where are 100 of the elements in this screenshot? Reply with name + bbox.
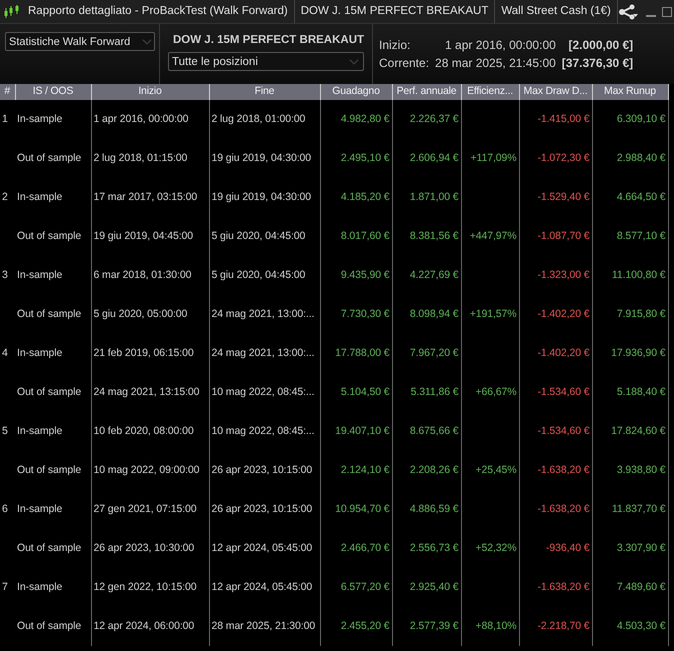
info-date: 28 mar 2025, 21:45:00	[435, 55, 556, 72]
table-cell: 2.208,26 €	[410, 464, 458, 476]
table-cell: 8.675,66 €	[410, 424, 458, 437]
table-cell: 11.100,80 €	[612, 268, 666, 281]
table-cell: 26 apr 2023, 10:30:00	[94, 542, 194, 554]
table-cell: -1.638,20 €	[537, 502, 590, 515]
table-cell: 19 giu 2019, 04:30:00	[212, 190, 311, 203]
row-number: 1	[2, 112, 8, 125]
table-cell: 2.466,70 €	[340, 542, 390, 554]
table-cell: 4.185,20 €	[340, 190, 390, 203]
table-cell: +88,10%	[475, 620, 516, 632]
table-cell: 5 giu 2020, 05:00:00	[94, 308, 188, 320]
table-cell: -1.323,00 €	[537, 268, 590, 281]
table-cell: 9.435,90 €	[340, 268, 390, 281]
table-cell: +117,09%	[470, 152, 516, 164]
table-cell: 19.407,10 €	[335, 424, 390, 437]
table-cell: In-sample	[17, 112, 62, 125]
info-date: 1 apr 2016, 00:00:00	[444, 37, 556, 54]
info-label: Corrente:	[379, 55, 430, 72]
table-cell: 6 mar 2018, 01:30:00	[94, 268, 192, 281]
table-cell: 8.098,94 €	[410, 308, 458, 320]
table-cell: 10 mag 2022, 09:00:00	[94, 464, 200, 476]
table-cell: 17 mar 2017, 03:15:00	[94, 190, 198, 203]
table-cell: Out of sample	[17, 308, 82, 320]
table-cell: 24 mag 2021, 13:15:00	[94, 386, 200, 398]
table-cell: 17.936,90 €	[611, 346, 666, 359]
table-cell: -1.402,20 €	[537, 308, 590, 320]
table-cell: 7.915,80 €	[616, 308, 666, 320]
table-cell: +66,67%	[475, 386, 516, 398]
table-cell: 19 giu 2019, 04:45:00	[94, 230, 193, 242]
table-cell: 12 gen 2022, 10:15:00	[94, 580, 196, 593]
table-cell: 27 gen 2021, 07:15:00	[94, 502, 196, 515]
table-cell: In-sample	[17, 346, 62, 359]
table-cell: 7.489,60 €	[616, 580, 666, 593]
table-cell: +52,32%	[475, 542, 516, 554]
table-cell: 10 mag 2022, 08:45:...	[212, 424, 314, 437]
table-cell: 8.017,60 €	[340, 230, 390, 242]
table-cell: 2 lug 2018, 01:15:00	[94, 152, 188, 164]
row-number: 3	[2, 268, 8, 281]
table-cell: 1.871,00 €	[410, 190, 458, 203]
table-cell: 4.982,80 €	[340, 112, 390, 125]
table-cell: 5.104,50 €	[340, 386, 390, 398]
view-select[interactable]: Statistiche Walk Forward	[5, 32, 155, 51]
row-number: 5	[2, 424, 8, 437]
info-label: Inizio:	[379, 37, 412, 54]
table-cell: -1.638,20 €	[537, 464, 590, 476]
table-cell: 26 apr 2023, 10:15:00	[212, 464, 312, 476]
table-cell: -1.534,60 €	[537, 424, 590, 437]
table-cell: 7.730,30 €	[340, 308, 390, 320]
table-cell: -2.218,70 €	[537, 620, 590, 632]
positions-select[interactable]: Tutte le posizioni	[168, 52, 364, 72]
table-cell: 5 giu 2020, 04:45:00	[212, 230, 306, 242]
row-number: 4	[2, 346, 8, 359]
share-icon[interactable]	[618, 4, 638, 20]
column-header[interactable]: Guadagno	[320, 84, 392, 100]
column-header[interactable]: Perf. annuale	[392, 84, 461, 100]
row-number: 6	[2, 502, 8, 515]
table-cell: In-sample	[17, 502, 62, 515]
table-cell: 10 feb 2020, 08:00:00	[94, 424, 194, 437]
table-cell: 11.837,70 €	[612, 502, 666, 515]
table-cell: 1 apr 2016, 00:00:00	[94, 112, 188, 125]
table-cell: 24 mag 2021, 13:00:...	[212, 308, 314, 320]
table-cell: Out of sample	[17, 620, 82, 632]
column-header[interactable]: IS / OOS	[15, 84, 91, 100]
info-amount: [37.376,30 €]	[562, 55, 634, 72]
table-cell: Out of sample	[17, 152, 82, 164]
table-cell: +25,45%	[475, 464, 516, 476]
table-cell: -1.415,00 €	[537, 112, 590, 125]
row-number: 7	[2, 580, 8, 593]
table-cell: 21 feb 2019, 06:15:00	[94, 346, 194, 359]
table-cell: 5.188,40 €	[616, 386, 666, 398]
table-cell: 5.311,86 €	[410, 386, 458, 398]
table-cell: 2.495,10 €	[340, 152, 390, 164]
column-header[interactable]: Fine	[209, 84, 320, 100]
table-cell: 4.664,50 €	[616, 190, 666, 203]
table-cell: In-sample	[17, 190, 62, 203]
column-header[interactable]: Max Draw D...	[519, 84, 592, 100]
candlestick-icon	[4, 4, 20, 18]
column-header[interactable]: Efficienz...	[461, 84, 519, 100]
table-cell: 2.925,40 €	[410, 580, 458, 593]
column-header[interactable]: #	[0, 84, 15, 100]
table-cell: 8.381,56 €	[410, 230, 458, 242]
table-cell: 10 mag 2022, 08:45:...	[212, 386, 314, 398]
table-cell: +447,97%	[470, 230, 516, 242]
table-cell: Out of sample	[17, 464, 82, 476]
column-header[interactable]: Max Runup	[592, 84, 668, 100]
column-header[interactable]: Inizio	[91, 84, 209, 100]
info-amount: [2.000,00 €]	[567, 37, 634, 54]
table-cell: 17.824,60 €	[611, 424, 666, 437]
table-cell: -1.529,40 €	[537, 190, 590, 203]
table-cell: In-sample	[17, 268, 62, 281]
table-cell: 2.455,20 €	[340, 620, 390, 632]
table-cell: 6.309,10 €	[616, 112, 666, 125]
row-number: 2	[2, 190, 8, 203]
table-cell: 2.606,94 €	[410, 152, 458, 164]
table-cell: 8.577,10 €	[616, 230, 666, 242]
maximize-icon[interactable]	[662, 6, 672, 16]
table-cell: 19 giu 2019, 04:30:00	[212, 152, 311, 164]
table-cell: Out of sample	[17, 542, 82, 554]
table-cell: -1.087,70 €	[537, 230, 590, 242]
